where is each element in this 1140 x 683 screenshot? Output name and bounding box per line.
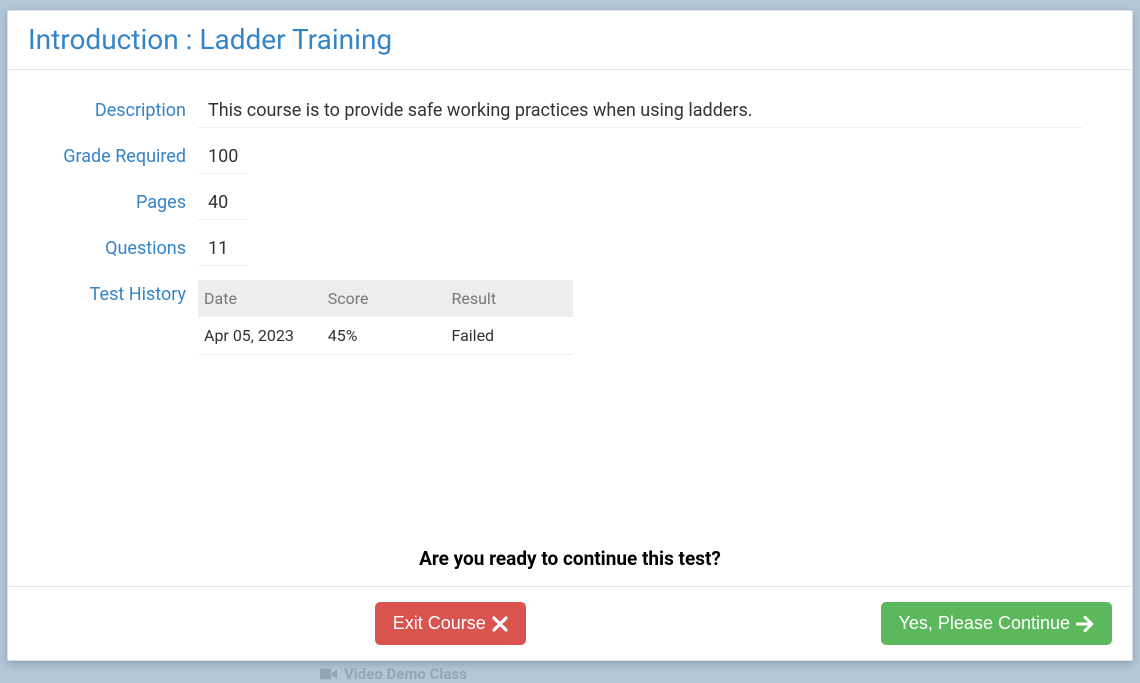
modal-body: Description This course is to provide sa… — [8, 70, 1132, 586]
background-row: Video Demo Class — [320, 665, 467, 683]
description-value: This course is to provide safe working p… — [198, 96, 1082, 128]
history-table: Date Score Result Apr 05, 2023 45% Faile… — [198, 280, 573, 355]
modal-footer: Exit Course Yes, Please Continue — [8, 586, 1132, 660]
history-row: Test History Date Score Result Apr 05, 2… — [58, 280, 1082, 355]
questions-value: 11 — [198, 234, 248, 266]
grade-label: Grade Required — [58, 142, 198, 167]
history-date: Apr 05, 2023 — [198, 317, 322, 355]
grade-row: Grade Required 100 — [58, 142, 1082, 174]
exit-course-label: Exit Course — [393, 613, 486, 634]
history-label: Test History — [58, 280, 198, 305]
background-hint-text: Video Demo Class — [344, 665, 467, 683]
arrow-right-icon — [1076, 615, 1094, 633]
exit-course-button[interactable]: Exit Course — [375, 602, 526, 645]
video-icon — [320, 666, 338, 682]
course-modal: Introduction : Ladder Training Descripti… — [7, 10, 1133, 661]
description-label: Description — [58, 96, 198, 121]
continue-label: Yes, Please Continue — [899, 613, 1070, 634]
continue-prompt: Are you ready to continue this test? — [58, 547, 1082, 570]
questions-row: Questions 11 — [58, 234, 1082, 266]
history-header-result: Result — [446, 280, 574, 317]
grade-value: 100 — [198, 142, 248, 174]
history-row-item: Apr 05, 2023 45% Failed — [198, 317, 573, 355]
continue-button[interactable]: Yes, Please Continue — [881, 602, 1112, 645]
pages-label: Pages — [58, 188, 198, 213]
history-score: 45% — [322, 317, 446, 355]
pages-value: 40 — [198, 188, 248, 220]
history-result: Failed — [446, 317, 574, 355]
close-icon — [492, 616, 508, 632]
pages-row: Pages 40 — [58, 188, 1082, 220]
modal-header: Introduction : Ladder Training — [8, 11, 1132, 70]
history-header-score: Score — [322, 280, 446, 317]
description-row: Description This course is to provide sa… — [58, 96, 1082, 128]
history-header-date: Date — [198, 280, 322, 317]
questions-label: Questions — [58, 234, 198, 259]
modal-title: Introduction : Ladder Training — [28, 23, 1112, 56]
